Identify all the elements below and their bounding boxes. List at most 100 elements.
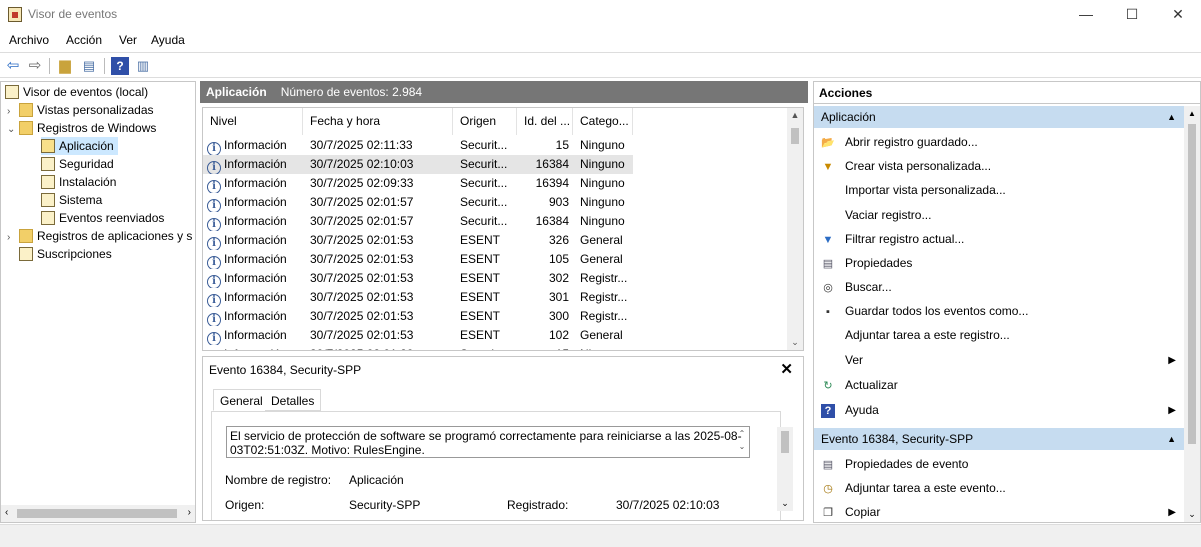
menu-accion[interactable]: Acción	[66, 33, 102, 47]
action-save-all-events[interactable]: ▪ Guardar todos los eventos como...	[814, 300, 1184, 323]
scroll-left-icon[interactable]: ‹	[5, 507, 8, 518]
scroll-thumb[interactable]	[1188, 124, 1196, 444]
table-row[interactable]: iInformación 30/7/2025 02:01:20 Securit...…	[203, 345, 633, 350]
table-row[interactable]: i Información 30/7/2025 02:01:53 ESENT 300 Re…	[203, 307, 633, 326]
table-row[interactable]: i Información 30/7/2025 02:01:53 ESENT 105 Ge…	[203, 250, 633, 269]
tree-log-aplicacion[interactable]: Aplicación	[41, 137, 118, 155]
menu-archivo[interactable]: Archivo	[9, 33, 49, 47]
column-header-source[interactable]: Origen	[453, 108, 517, 135]
source-cell: Securit...	[460, 176, 508, 190]
minimize-button[interactable]: —	[1063, 0, 1109, 29]
scroll-thumb[interactable]	[17, 509, 177, 518]
column-header-category[interactable]: Catego...	[573, 108, 633, 135]
tab-detalles[interactable]: Detalles	[265, 389, 322, 411]
maximize-button[interactable]: ☐	[1109, 0, 1155, 29]
scroll-right-icon[interactable]: ›	[188, 507, 191, 518]
action-filter-current-log[interactable]: ▼ Filtrar registro actual...	[814, 228, 1184, 251]
scroll-up-icon[interactable]: ▲	[1184, 109, 1200, 118]
tree-root[interactable]: Visor de eventos (local)	[5, 83, 148, 101]
help-icon[interactable]: ?	[111, 57, 129, 75]
table-row[interactable]: i Información 30/7/2025 02:09:33 Securit...…	[203, 174, 633, 193]
scroll-down-icon[interactable]: ⌄	[777, 498, 793, 509]
tree-log-sistema[interactable]: Sistema	[41, 191, 102, 209]
action-attach-task-event[interactable]: ◷ Adjuntar tarea a este evento...	[814, 477, 1184, 500]
table-row[interactable]: i Información 30/7/2025 02:10:03 Securit...…	[203, 155, 633, 174]
tree-windows-logs[interactable]: ⌄ Registros de Windows	[7, 119, 156, 137]
level-cell: iInformación	[207, 193, 303, 212]
table-row[interactable]: i Información 30/7/2025 02:01:53 ESENT 326 Ge…	[203, 231, 633, 250]
id-cell: 326	[548, 233, 569, 247]
show-hide-tree-icon[interactable]: ▤	[80, 57, 98, 75]
action-view[interactable]: Ver ▶	[814, 349, 1184, 372]
expand-chevron-icon[interactable]: ›	[7, 229, 19, 247]
action-create-custom-view[interactable]: ▼ Crear vista personalizada...	[814, 155, 1184, 178]
logged-label: Registrado:	[507, 498, 569, 512]
section-aplicacion[interactable]: Aplicación ▲	[814, 106, 1184, 128]
collapse-up-icon[interactable]: ▲	[1167, 106, 1176, 128]
log-header: Aplicación Número de eventos: 2.984	[200, 81, 808, 103]
collapse-up-icon[interactable]: ▲	[1167, 428, 1176, 450]
action-find[interactable]: ◎ Buscar...	[814, 276, 1184, 299]
collapse-chevron-icon[interactable]: ⌄	[7, 121, 19, 139]
level-text: Información	[224, 195, 287, 209]
tree-log-forwarded[interactable]: Eventos reenviados	[41, 209, 164, 227]
action-import-custom-view[interactable]: Importar vista personalizada...	[814, 179, 1184, 202]
info-icon: i	[207, 180, 221, 193]
forward-arrow-icon[interactable]: ⇨	[26, 57, 44, 75]
tab-general[interactable]: General	[213, 389, 270, 411]
date-cell: 30/7/2025 02:01:53	[310, 290, 414, 304]
column-header-level[interactable]: Nivel	[203, 108, 303, 135]
action-label: Importar vista personalizada...	[845, 183, 1006, 197]
close-button[interactable]: ✕	[1155, 0, 1201, 29]
tree-app-logs[interactable]: › Registros de aplicaciones y s	[7, 227, 192, 245]
info-icon: i	[207, 313, 221, 326]
section-event[interactable]: Evento 16384, Security-SPP ▲	[814, 428, 1184, 450]
close-detail-icon[interactable]: ✕	[780, 360, 793, 378]
action-label: Vaciar registro...	[845, 208, 932, 222]
table-row[interactable]: i Información 30/7/2025 02:01:53 ESENT 301 Re…	[203, 288, 633, 307]
tree-subscriptions[interactable]: Suscripciones	[19, 245, 112, 263]
action-event-properties[interactable]: ▤ Propiedades de evento	[814, 453, 1184, 476]
scroll-down-icon[interactable]: ⌄	[1184, 509, 1200, 520]
scroll-down-icon[interactable]: ⌄	[787, 337, 803, 348]
back-arrow-icon[interactable]: ⇦	[4, 57, 22, 75]
action-properties[interactable]: ▤ Propiedades	[814, 252, 1184, 275]
actions-scrollbar[interactable]: ▲ ⌄	[1184, 106, 1200, 522]
tree-custom-views[interactable]: › Vistas personalizadas	[7, 101, 154, 119]
menu-bar: Archivo Acción Ver Ayuda	[0, 30, 1201, 51]
menu-ayuda[interactable]: Ayuda	[151, 33, 185, 47]
tree-horizontal-scrollbar[interactable]: ‹ ›	[1, 505, 195, 522]
action-label: Propiedades	[845, 256, 913, 270]
description-scroll[interactable]: ⌃ ⌄	[735, 427, 749, 457]
filter-add-icon: ▼	[822, 161, 834, 173]
table-row[interactable]: i Información 30/7/2025 02:01:57 Securit...…	[203, 193, 633, 212]
source-cell: Securit...	[460, 214, 508, 228]
column-header-id[interactable]: Id. del ...	[517, 108, 573, 135]
up-folder-icon[interactable]: ▆	[56, 57, 74, 75]
menu-ver[interactable]: Ver	[119, 33, 137, 47]
event-list-scrollbar[interactable]: ▲ ⌄	[787, 108, 803, 350]
table-row[interactable]: i Información 30/7/2025 02:01:57 Securit...…	[203, 212, 633, 231]
table-row[interactable]: i Información 30/7/2025 02:01:53 ESENT 102 Ge…	[203, 326, 633, 345]
action-help[interactable]: ? Ayuda ▶	[814, 399, 1184, 422]
action-copy[interactable]: ❐ Copiar ▶	[814, 501, 1184, 522]
column-header-date[interactable]: Fecha y hora	[303, 108, 453, 135]
source-cell: Securit...	[460, 195, 508, 209]
action-label: Ayuda	[845, 403, 879, 417]
show-hide-actions-icon[interactable]: ▥	[134, 57, 152, 75]
category-cell: Ninguno	[580, 138, 625, 152]
action-clear-log[interactable]: Vaciar registro...	[814, 204, 1184, 227]
tree-log-instalacion[interactable]: Instalación	[41, 173, 116, 191]
event-description[interactable]: El servicio de protección de software se…	[226, 426, 750, 458]
table-row[interactable]: i Información 30/7/2025 02:01:53 ESENT 302 Re…	[203, 269, 633, 288]
table-row[interactable]: i Información 30/7/2025 02:11:33 Securit...…	[203, 136, 633, 155]
action-open-saved-log[interactable]: 📂 Abrir registro guardado...	[814, 131, 1184, 154]
id-cell: 300	[548, 309, 569, 323]
tree-log-seguridad[interactable]: Seguridad	[41, 155, 114, 173]
action-refresh[interactable]: ↻ Actualizar	[814, 374, 1184, 397]
action-attach-task-log[interactable]: Adjuntar tarea a este registro...	[814, 324, 1184, 347]
scroll-thumb[interactable]	[791, 128, 799, 144]
scroll-thumb[interactable]	[781, 431, 789, 453]
scroll-up-icon[interactable]: ▲	[787, 110, 803, 120]
detail-scrollbar[interactable]: ⌄	[777, 427, 793, 511]
